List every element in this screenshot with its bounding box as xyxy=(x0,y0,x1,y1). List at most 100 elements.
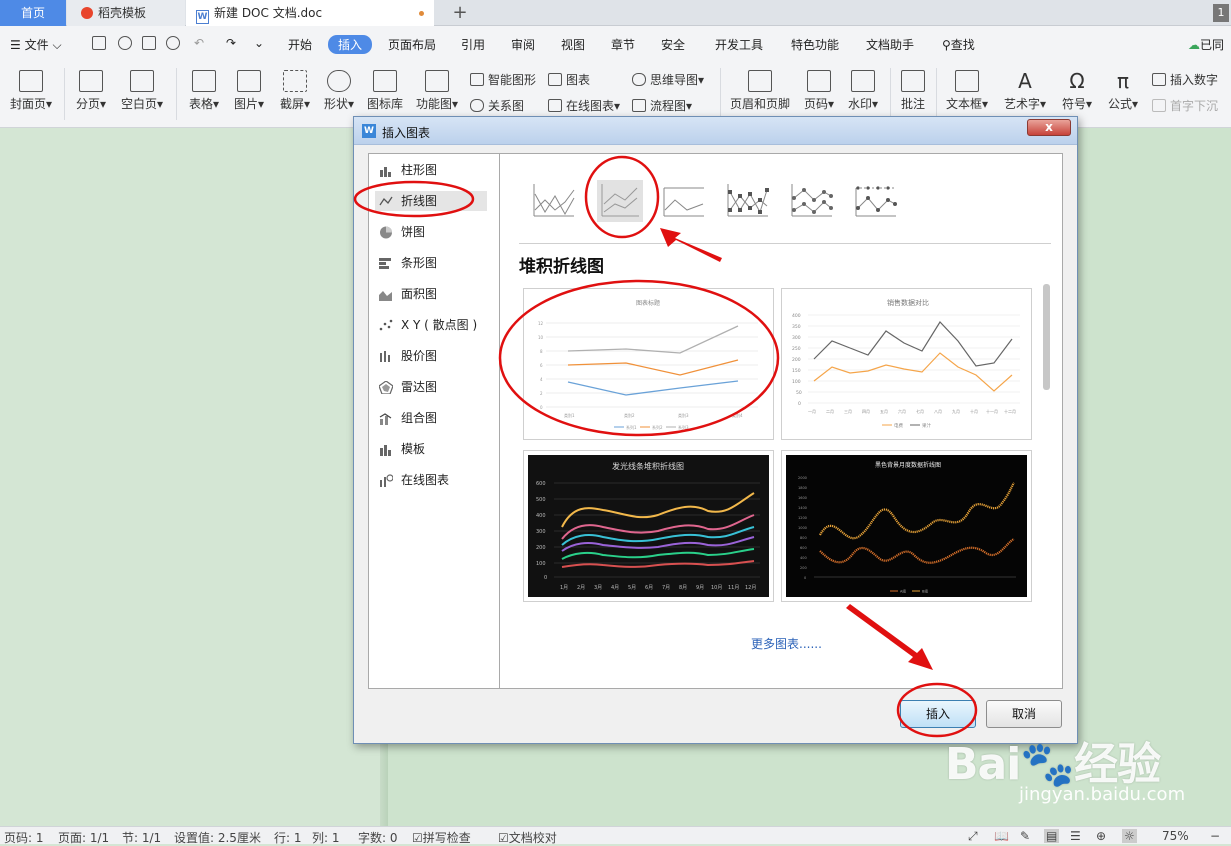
insert-button[interactable]: 插入 xyxy=(900,700,976,728)
web-view-icon[interactable]: ⊕ xyxy=(1096,829,1106,843)
template-2-ytick: 100 xyxy=(792,379,801,385)
print-preview-icon[interactable] xyxy=(166,36,180,50)
chart-template-4[interactable]: 黑色背景月度数据折线图 2000 1800 1600 1400 1200 1000 800 6… xyxy=(781,450,1032,602)
subtype-line-markers[interactable] xyxy=(725,180,771,222)
page-view-icon[interactable]: ▤ xyxy=(1044,829,1060,843)
category-line[interactable]: 折线图 xyxy=(375,191,487,211)
category-pie[interactable]: 饼图 xyxy=(375,222,487,242)
proofread-button[interactable]: ☑文档校对 xyxy=(498,829,557,846)
tab-templates[interactable]: 稻壳模板 xyxy=(67,0,185,26)
zoom-out-icon[interactable]: − xyxy=(1210,829,1220,843)
new-tab-button[interactable]: + xyxy=(450,0,470,26)
smart-shape-button[interactable]: 智能图形 xyxy=(470,71,536,88)
menu-security[interactable]: 安全 xyxy=(661,36,685,53)
category-scatter[interactable]: X Y ( 散点图 ) xyxy=(375,315,487,335)
flowchart-button[interactable]: 流程图▾ xyxy=(632,97,692,114)
comment-button[interactable]: 批注 xyxy=(896,70,930,112)
menu-doc-assistant[interactable]: 文档助手 xyxy=(866,36,914,53)
read-mode-icon[interactable]: 📖 xyxy=(994,829,1009,843)
more-charts-link[interactable]: 更多图表...... xyxy=(751,635,822,652)
spell-check-button[interactable]: ☑拼写检查 xyxy=(412,829,471,846)
menu-review[interactable]: 审阅 xyxy=(511,36,535,53)
category-template[interactable]: 模板 xyxy=(375,439,487,459)
subtype-line[interactable] xyxy=(531,180,577,222)
redo-icon[interactable]: ↷ xyxy=(226,36,236,50)
menu-features[interactable]: 特色功能 xyxy=(791,36,839,53)
template-1-ytick: 0 xyxy=(540,405,543,410)
formula-button[interactable]: π 公式▾ xyxy=(1102,70,1144,112)
menu-developer[interactable]: 开发工具 xyxy=(715,36,763,53)
relation-chart-button[interactable]: 关系图 xyxy=(470,97,524,114)
fullscreen-icon[interactable]: ⤢ xyxy=(968,829,978,844)
category-area[interactable]: 面积图 xyxy=(375,284,487,304)
file-menu[interactable]: ☰ 文件 ⌵ xyxy=(10,36,62,53)
page-number-button[interactable]: 页码▾ xyxy=(800,70,838,112)
write-mode-icon[interactable]: ✎ xyxy=(1020,829,1030,843)
search-button[interactable]: ⚲查找 xyxy=(942,36,975,53)
tab-home[interactable]: 首页 xyxy=(0,0,66,26)
function-chart-button[interactable]: 功能图▾ xyxy=(412,70,462,112)
menu-chapter[interactable]: 章节 xyxy=(611,36,635,53)
watermark-label: 水印 xyxy=(847,97,872,111)
zoom-level[interactable]: 75% xyxy=(1162,829,1189,843)
menu-reference[interactable]: 引用 xyxy=(461,36,485,53)
screenshot-button[interactable]: 截屏▾ xyxy=(276,70,314,112)
menu-view[interactable]: 视图 xyxy=(561,36,585,53)
insert-number-button[interactable]: 插入数字 xyxy=(1152,71,1218,88)
subtype-percent-stacked-line[interactable] xyxy=(661,180,707,222)
save-icon[interactable] xyxy=(92,36,106,50)
template-2-xtick: 十二月 xyxy=(1004,408,1016,414)
cloud-sync-button[interactable]: ☁已同 xyxy=(1188,36,1224,53)
undo-icon[interactable]: ↶ xyxy=(194,36,204,50)
cancel-button[interactable]: 取消 xyxy=(986,700,1062,728)
category-online[interactable]: 在线图表 xyxy=(375,470,487,490)
eye-protection-icon[interactable]: ☼ xyxy=(1122,829,1137,843)
close-button[interactable]: x xyxy=(1027,119,1071,136)
mindmap-button[interactable]: 思维导图▾ xyxy=(632,71,704,88)
format-painter-icon[interactable] xyxy=(118,36,132,50)
subtype-stacked-line[interactable] xyxy=(597,180,643,222)
category-bar[interactable]: 条形图 xyxy=(375,253,487,273)
print-icon[interactable] xyxy=(142,36,156,50)
subtype-percent-stacked-line-markers[interactable] xyxy=(853,180,899,222)
dialog-titlebar[interactable]: W 插入图表 x xyxy=(354,117,1077,145)
icon-library-button[interactable]: 图标库 xyxy=(366,70,404,112)
page-break-button[interactable]: 分页▾ xyxy=(72,70,110,112)
template-4-legend: B组 xyxy=(922,589,928,594)
blank-page-button[interactable]: 空白页▾ xyxy=(118,70,166,112)
chart-template-3[interactable]: 发光线条堆积折线图 600 500 400 300 200 100 0 1月 2月 3月 4月 5月… xyxy=(523,450,774,602)
drop-cap-button[interactable]: 首字下沉 xyxy=(1152,97,1218,114)
menu-start[interactable]: 开始 xyxy=(288,36,312,53)
template-2-ytick: 400 xyxy=(792,313,801,319)
cover-page-button[interactable]: 封面页▾ xyxy=(8,70,54,112)
quick-access-dropdown-icon[interactable]: ⌄ xyxy=(254,36,264,50)
textbox-button[interactable]: 文本框▾ xyxy=(942,70,992,112)
chart-template-2[interactable]: 销售数据对比 400 350 300 250 200 150 100 50 0 一月 二月 三月 四月… xyxy=(781,288,1032,440)
cloud-icon: ☁ xyxy=(1188,38,1200,52)
online-chart-button[interactable]: 在线图表▾ xyxy=(548,97,620,114)
category-radar[interactable]: 雷达图 xyxy=(375,377,487,397)
tab-document[interactable]: W 新建 DOC 文档.doc xyxy=(186,0,434,26)
subtype-stacked-line-markers[interactable] xyxy=(789,180,835,222)
art-text-button[interactable]: A 艺术字▾ xyxy=(1000,70,1050,112)
category-stock[interactable]: 股价图 xyxy=(375,346,487,366)
ribbon-divider xyxy=(64,68,65,120)
menu-page-layout[interactable]: 页面布局 xyxy=(388,36,436,53)
picture-button[interactable]: 图片▾ xyxy=(230,70,268,112)
table-label: 表格 xyxy=(188,97,213,111)
chart-template-1[interactable]: 图表标题 12 10 8 6 4 2 0 类别1 类别2 类别3 类别4 系列1 系列2 系列3 xyxy=(523,288,774,440)
symbol-button[interactable]: Ω 符号▾ xyxy=(1056,70,1098,112)
watermark-button[interactable]: 水印▾ xyxy=(844,70,882,112)
menu-insert[interactable]: 插入 xyxy=(328,35,373,54)
templates-scrollbar[interactable] xyxy=(1043,284,1050,390)
category-combo[interactable]: 组合图 xyxy=(375,408,487,428)
outline-view-icon[interactable]: ☰ xyxy=(1070,829,1081,843)
header-footer-button[interactable]: 页眉和页脚 xyxy=(728,70,792,112)
watermark-url: jingyan.baidu.com xyxy=(1019,784,1186,805)
template-1-ytick: 4 xyxy=(540,377,543,382)
chart-button[interactable]: 图表 xyxy=(548,71,590,88)
category-column[interactable]: 柱形图 xyxy=(375,160,487,180)
shape-button[interactable]: 形状▾ xyxy=(320,70,358,112)
table-button[interactable]: 表格▾ xyxy=(184,70,224,112)
template-2-xtick: 九月 xyxy=(952,408,960,414)
